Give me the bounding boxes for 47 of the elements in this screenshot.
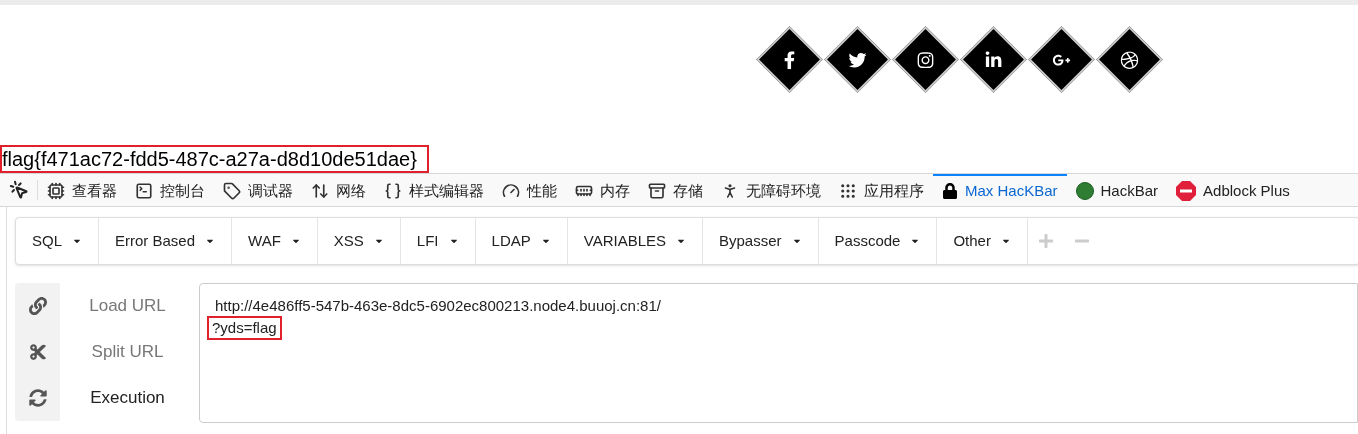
devtools-tab[interactable]: 性能 bbox=[493, 174, 566, 206]
globe-icon bbox=[1075, 182, 1094, 200]
gauge-icon bbox=[502, 182, 520, 200]
cabinet-icon bbox=[648, 182, 666, 200]
url-text: ?yds=flag bbox=[207, 316, 282, 340]
devtools-tab[interactable]: Adblock Plus bbox=[1167, 174, 1299, 206]
devtools-tab[interactable]: 无障碍环境 bbox=[712, 174, 830, 206]
chip-icon bbox=[47, 182, 65, 200]
menu-dropdown[interactable]: XSS bbox=[317, 218, 401, 264]
scissors-icon bbox=[28, 343, 47, 361]
devtools-tab[interactable]: 存储 bbox=[639, 174, 712, 206]
arrows-icon bbox=[311, 182, 329, 200]
menu-dropdown[interactable]: Passcode bbox=[818, 218, 938, 264]
tag-icon bbox=[223, 182, 241, 200]
lock-icon bbox=[942, 183, 958, 199]
stop-sign-icon bbox=[1176, 181, 1197, 201]
menu-dropdown[interactable]: Other bbox=[937, 218, 1028, 264]
linkedin-icon bbox=[984, 50, 1002, 68]
grid-icon bbox=[839, 182, 857, 200]
url-field[interactable]: http://4e486ff5-547b-463e-8dc5-6902ec800213.node4.buuoj.cn:81/ ?yds=flag bbox=[199, 283, 1358, 423]
devtools-tab[interactable]: 内存 bbox=[566, 174, 639, 206]
devtools-tab[interactable]: 调试器 bbox=[214, 174, 302, 206]
bird-icon bbox=[848, 50, 866, 68]
menu-dropdown[interactable]: LFI bbox=[400, 218, 476, 264]
refresh-icon bbox=[28, 389, 47, 407]
link-icon bbox=[28, 297, 47, 315]
devtools-tab[interactable]: 应用程序 bbox=[830, 174, 933, 206]
menu-dropdown[interactable]: SQL bbox=[16, 218, 99, 264]
flag-text: flag{f471ac72-fdd5-487c-a27a-d8d10de51dae} bbox=[0, 145, 429, 173]
action-button[interactable]: Execution bbox=[60, 375, 195, 421]
plus-icon bbox=[1037, 233, 1054, 249]
devtools-tab[interactable]: 网络 bbox=[302, 174, 375, 206]
menu-dropdown[interactable]: Bypasser bbox=[703, 218, 819, 264]
devtools-tab[interactable]: 样式编辑器 bbox=[375, 174, 493, 206]
camera-icon bbox=[916, 50, 934, 68]
devtools-tab[interactable]: 控制台 bbox=[126, 174, 214, 206]
devtools-tab[interactable]: Max HacKBar bbox=[933, 174, 1067, 206]
menu-dropdown[interactable]: VARIABLES bbox=[567, 218, 703, 264]
url-text: http://4e486ff5-547b-463e-8dc5-6902ec800213.node4.buuoj.cn:81/ bbox=[215, 296, 661, 316]
menu-dropdown[interactable]: Error Based bbox=[99, 218, 233, 264]
terminal-icon bbox=[135, 182, 153, 200]
braces-icon bbox=[384, 182, 402, 200]
picker-icon[interactable] bbox=[8, 180, 29, 200]
devtools-tab[interactable]: 查看器 bbox=[38, 174, 126, 206]
menu-dropdown[interactable]: LDAP bbox=[475, 218, 568, 264]
devtools-tab[interactable]: HackBar bbox=[1066, 174, 1168, 206]
menu-dropdown[interactable]: WAF bbox=[232, 218, 318, 264]
